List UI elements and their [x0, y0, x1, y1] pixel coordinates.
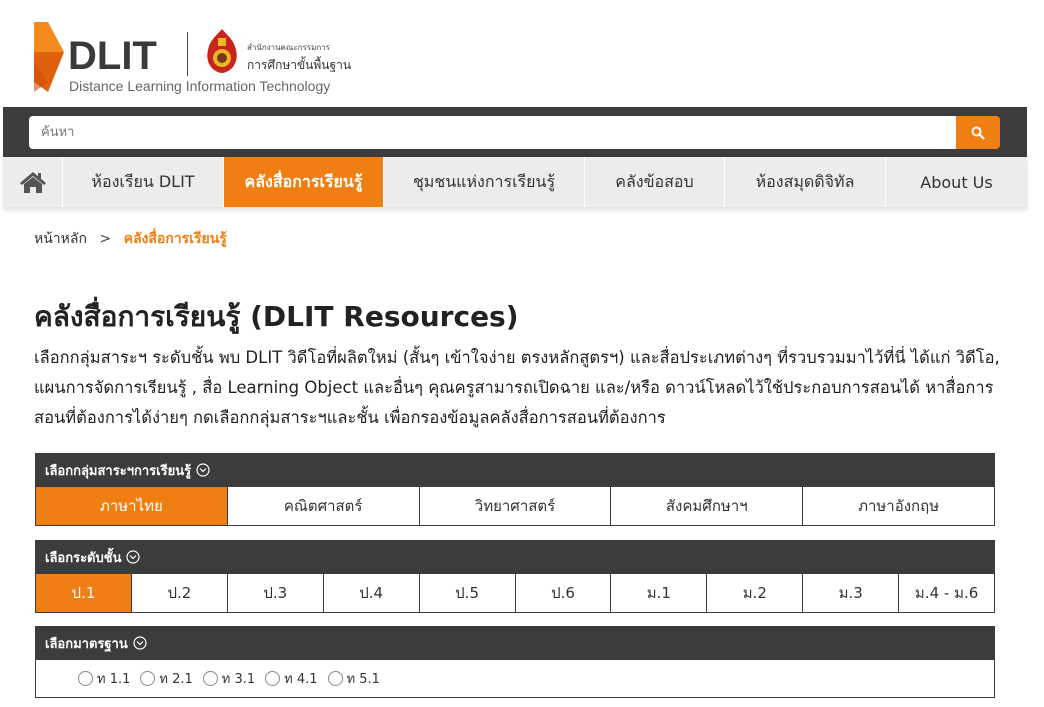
level-option[interactable]: ม.2	[707, 574, 804, 612]
dlit-brand-text: DLIT	[68, 34, 157, 78]
level-filter-header[interactable]: เลือกระดับชั้น	[35, 540, 995, 574]
chevron-down-circle-icon	[196, 463, 210, 477]
home-icon	[19, 172, 46, 193]
level-option[interactable]: ป.4	[324, 574, 420, 612]
nav-item-learning-resources[interactable]: คลังสื่อการเรียนรู้	[224, 157, 384, 207]
subject-option-thai[interactable]: ภาษาไทย	[36, 487, 228, 525]
search-icon	[971, 126, 985, 140]
level-option[interactable]: ป.2	[132, 574, 228, 612]
chevron-down-circle-icon	[126, 550, 141, 564]
standard-option[interactable]: ท 5.1	[327, 668, 380, 689]
site-logo[interactable]: DLIT สำนักงานคณะกรรมการ การศึกษาขั้นพื้น…	[34, 22, 364, 97]
main-nav: ห้องเรียน DLIT คลังสื่อการเรียนรู้ ชุมชน…	[3, 157, 1027, 207]
logo-divider	[187, 32, 188, 76]
breadcrumb-home-link[interactable]: หน้าหลัก	[34, 231, 87, 247]
breadcrumb: หน้าหลัก > คลังสื่อการเรียนรู้	[34, 228, 227, 250]
level-option[interactable]: ป.3	[228, 574, 324, 612]
nav-item-about-us[interactable]: About Us	[886, 157, 1027, 207]
level-option[interactable]: ป.1	[36, 574, 132, 612]
radio-button[interactable]	[202, 671, 218, 686]
standard-filter-header[interactable]: เลือกมาตรฐาน	[35, 626, 995, 660]
radio-button[interactable]	[327, 671, 343, 686]
level-option[interactable]: ม.3	[803, 574, 900, 612]
standard-option-label: ท 5.1	[346, 672, 380, 687]
breadcrumb-separator: >	[99, 231, 112, 247]
standard-option-label: ท 2.1	[159, 672, 193, 687]
standard-filter-heading: เลือกมาตรฐาน	[45, 636, 128, 652]
chevron-down-circle-icon	[133, 636, 147, 650]
dlit-subtitle: Distance Learning Information Technology	[69, 78, 331, 94]
subject-filter-header[interactable]: เลือกกลุ่มสาระฯการเรียนรู้	[35, 453, 995, 487]
dlit-logo-mark-icon	[34, 22, 64, 92]
page-title: คลังสื่อการเรียนรู้ (DLIT Resources)	[34, 300, 519, 333]
search-bar	[3, 107, 1027, 157]
nav-item-dlit-classroom[interactable]: ห้องเรียน DLIT	[63, 157, 224, 207]
standard-option-label: ท 1.1	[97, 672, 131, 687]
subject-option-math[interactable]: คณิตศาสตร์	[228, 487, 420, 525]
nav-item-exam-bank[interactable]: คลังข้อสอบ	[585, 157, 725, 207]
level-filter-heading: เลือกระดับชั้น	[45, 550, 122, 566]
page-description: เลือกกลุ่มสาระฯ ระดับชั้น พบ DLIT วิดีโอ…	[34, 348, 1000, 427]
nav-item-learning-community[interactable]: ชุมชนแห่งการเรียนรู้	[384, 157, 585, 207]
standard-option[interactable]: ท 2.1	[140, 668, 193, 689]
subject-option-science[interactable]: วิทยาศาสตร์	[420, 487, 612, 525]
standard-option[interactable]: ท 4.1	[265, 668, 318, 689]
standard-option-label: ท 3.1	[221, 672, 256, 687]
subject-filter-panel: เลือกกลุ่มสาระฯการเรียนรู้ ภาษาไทย คณิตศ…	[35, 453, 995, 526]
nav-item-digital-library[interactable]: ห้องสมุดดิจิทัล	[725, 157, 886, 207]
search-button[interactable]	[956, 116, 1000, 149]
subject-option-english[interactable]: ภาษาอังกฤษ	[803, 487, 994, 525]
breadcrumb-current: คลังสื่อการเรียนรู้	[123, 231, 227, 247]
partner-name-small: สำนักงานคณะกรรมการ	[247, 43, 330, 52]
standard-option-label: ท 4.1	[284, 672, 318, 687]
partner-name: การศึกษาขั้นพื้นฐาน	[247, 58, 352, 72]
obec-seal-icon	[207, 29, 237, 73]
level-option[interactable]: ป.6	[516, 574, 612, 612]
radio-button[interactable]	[265, 671, 281, 686]
search-input[interactable]	[29, 116, 959, 149]
standard-option[interactable]: ท 1.1	[78, 668, 130, 689]
level-filter-panel: เลือกระดับชั้น ป.1 ป.2 ป.3 ป.4 ป.5 ป.6 ม…	[35, 540, 995, 613]
radio-button[interactable]	[78, 671, 93, 686]
radio-button[interactable]	[140, 671, 156, 686]
level-option[interactable]: ม.1	[611, 574, 708, 612]
level-option[interactable]: ป.5	[420, 574, 516, 612]
standard-filter-panel: เลือกมาตรฐาน ท 1.1 ท 2.1 ท 3.1 ท 4.1 ท 5…	[35, 626, 995, 698]
subject-filter-heading: เลือกกลุ่มสาระฯการเรียนรู้	[45, 463, 192, 479]
level-option[interactable]: ม.4 - ม.6	[899, 574, 994, 612]
nav-home[interactable]	[3, 157, 63, 207]
subject-option-social[interactable]: สังคมศึกษาฯ	[611, 487, 804, 525]
standard-option[interactable]: ท 3.1	[202, 668, 256, 689]
